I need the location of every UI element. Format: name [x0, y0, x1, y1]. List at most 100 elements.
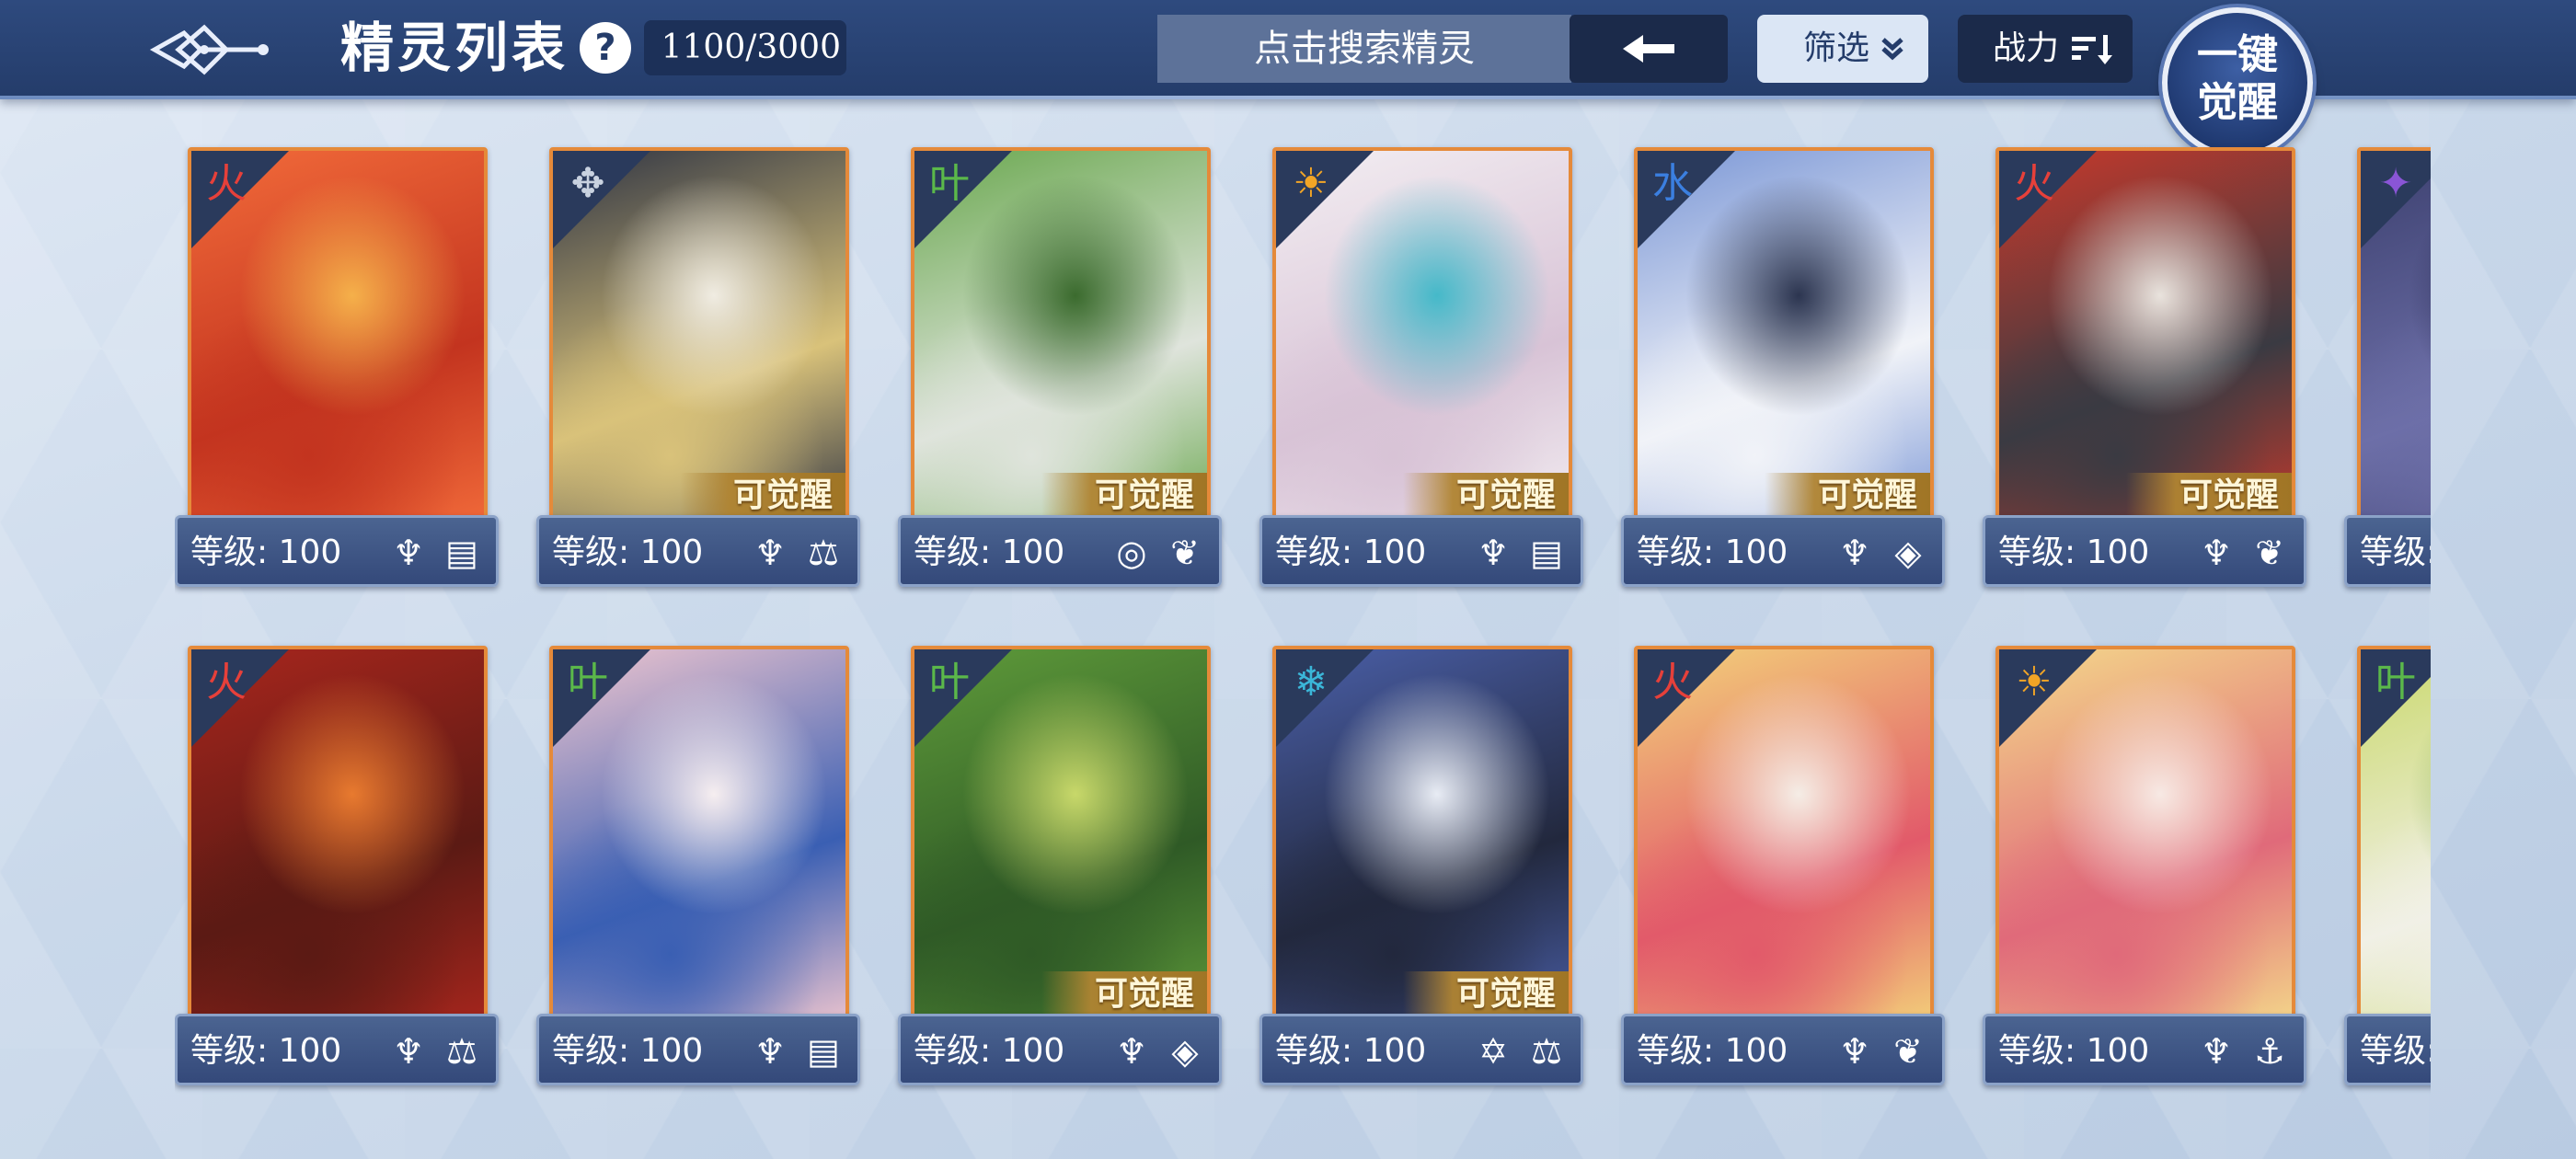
sword-icon: ♆	[392, 533, 425, 573]
level-bar: 等级: 100 ♆ ◈	[898, 1014, 1222, 1085]
spirit-card[interactable]: 水可觉醒 等级: 100 ♆ ◈	[1621, 138, 1945, 598]
spirit-card[interactable]: ☀ 等级: 100 ♆ ⚓	[1983, 637, 2306, 1096]
class-icons: ♆ ❦	[2193, 527, 2293, 579]
class-icons: ♆ ❦	[1832, 1026, 1931, 1077]
element-light-icon: ☀	[1293, 160, 1329, 207]
spirit-card[interactable]: ☀ 可觉醒 等级: 100 ♆ ▤	[1259, 138, 1583, 598]
spirit-portrait-frame: ❄ 可觉醒	[1272, 646, 1572, 1034]
class-icons: ♆ ⚖	[747, 527, 846, 579]
element-fire-icon: 火	[2014, 160, 2054, 207]
sword-icon: ♆	[2200, 533, 2233, 573]
awakenable-badge: 可觉醒	[1403, 971, 1569, 1016]
spirit-card[interactable]: ❄ 可觉醒等级: 100 ✡ ⚖	[1259, 637, 1583, 1096]
element-fire-icon: 火	[206, 160, 247, 207]
element-ice-icon: ❄	[1294, 659, 1328, 706]
search-input[interactable]: 点击搜索精灵	[1157, 15, 1571, 83]
book-icon: ▤	[807, 1031, 840, 1072]
spirit-card[interactable]: 叶等级: 100	[2344, 637, 2431, 1096]
element-wood-icon: 叶	[929, 659, 970, 706]
shield-icon: ◈	[1894, 533, 1922, 573]
awakenable-badge: 可觉醒	[1765, 473, 1930, 517]
spirit-card[interactable]: ✦ 等级: 100	[2344, 138, 2431, 598]
spirit-portrait-frame: 火	[188, 646, 488, 1034]
sort-power-button[interactable]: 战力	[1958, 15, 2133, 83]
help-button[interactable]: ?	[580, 22, 631, 74]
sword-icon: ♆	[753, 1031, 787, 1072]
spirit-card[interactable]: 火等级: 100 ♆ ⚖	[175, 637, 499, 1096]
spirit-grid[interactable]: 火等级: 100 ♆ ▤ ✥ 可觉醒 等级: 100 ♆ ⚖ 叶可觉醒 等级: 100 ◎ ❦ ☀ 可觉醒…	[175, 138, 2431, 1113]
level-bar: 等级: 100 ♆ ⚖	[536, 515, 860, 587]
spirit-card[interactable]: ✥ 可觉醒等级: 100 ♆ ⚖	[536, 138, 860, 598]
spirit-portrait-frame: ✦	[2357, 147, 2431, 535]
spirit-card[interactable]: 火可觉醒等级: 100 ♆ ❦	[1983, 138, 2306, 598]
sword-icon: ♆	[1838, 1031, 1871, 1072]
level-label: 等级: 100	[1275, 1032, 1427, 1070]
spirit-portrait-frame: 叶可觉醒	[911, 147, 1211, 535]
spirit-card[interactable]: 叶等级: 100 ♆ ▤	[536, 637, 860, 1096]
level-label: 等级: 100	[914, 534, 1065, 571]
spirit-portrait-frame: ✥ 可觉醒	[549, 147, 849, 535]
level-bar: 等级: 100 ♆ ▤	[175, 515, 499, 587]
level-label: 等级: 100	[1998, 534, 2150, 571]
class-icons: ◎ ❦	[1109, 527, 1208, 579]
arrow-left-icon	[1623, 35, 1674, 63]
awaken-all-button[interactable]: 一键 觉醒	[2162, 7, 2313, 158]
sword-icon: ♆	[1115, 1031, 1148, 1072]
level-bar: 等级: 100 ♆ ▤	[536, 1014, 860, 1085]
spirit-count: 1100/3000	[644, 20, 846, 75]
level-label: 等级: 100	[1275, 534, 1427, 571]
level-label: 等级: 100	[2360, 534, 2431, 571]
sword-icon: ♆	[1477, 533, 1510, 573]
class-icons: ♆ ▤	[747, 1026, 846, 1077]
scales-icon: ⚖	[1530, 1031, 1563, 1072]
search-back-button[interactable]	[1570, 15, 1728, 83]
element-fire-icon: 火	[1652, 659, 1693, 706]
spirit-card[interactable]: 火等级: 100 ♆ ❦	[1621, 637, 1945, 1096]
spirit-portrait-frame: 火	[188, 147, 488, 535]
awakenable-badge: 可觉醒	[2126, 473, 2292, 517]
level-bar: 等级: 100 ♆ ⚖	[175, 1014, 499, 1085]
back-button[interactable]	[147, 13, 276, 86]
scales-icon: ⚖	[445, 1031, 478, 1072]
filter-button[interactable]: 筛选	[1757, 15, 1928, 83]
awakenable-badge: 可觉醒	[1041, 971, 1207, 1016]
spirit-portrait-frame: 叶可觉醒	[911, 646, 1211, 1034]
awakenable-badge: 可觉醒	[1403, 473, 1569, 517]
spirit-card[interactable]: 叶可觉醒 等级: 100 ♆ ◈	[898, 637, 1222, 1096]
awakenable-badge: 可觉醒	[1041, 473, 1207, 517]
awakenable-badge: 可觉醒	[680, 473, 845, 517]
sort-power-label: 战力	[1993, 29, 2060, 67]
level-bar: 等级: 100 ♆ ◈	[1621, 515, 1945, 587]
page-title: 精灵列表	[340, 17, 569, 79]
level-label: 等级: 100	[190, 534, 342, 571]
book-icon: ▤	[445, 533, 478, 573]
spirit-portrait-frame: 水可觉醒	[1634, 147, 1934, 535]
spirit-portrait-frame: ☀	[1995, 646, 2295, 1034]
level-bar: 等级: 100 ♆ ❦	[1983, 515, 2306, 587]
level-label: 等级: 100	[552, 1032, 704, 1070]
chevron-double-down-icon	[1881, 38, 1903, 61]
level-label: 等级: 100	[552, 534, 704, 571]
class-icons: ♆ ◈	[1109, 1026, 1208, 1077]
spirit-card[interactable]: 叶可觉醒 等级: 100 ◎ ❦	[898, 138, 1222, 598]
level-label: 等级: 100	[1998, 1032, 2150, 1070]
element-water-icon: 水	[1652, 160, 1693, 207]
sword-icon: ♆	[753, 533, 787, 573]
swirl-icon: ◎	[1116, 533, 1147, 573]
level-bar: 等级: 100 ♆ ▤	[1259, 515, 1583, 587]
element-wood-icon: 叶	[568, 659, 608, 706]
element-fire-icon: 火	[206, 659, 247, 706]
class-icons: ♆ ▤	[1470, 527, 1570, 579]
book-icon: ▤	[1530, 533, 1563, 573]
spirit-card[interactable]: 火等级: 100 ♆ ▤	[175, 138, 499, 598]
anchor-icon: ⚓	[2253, 1031, 2286, 1072]
sword-icon: ♆	[2200, 1031, 2233, 1072]
level-bar: 等级: 100 ✡ ⚖	[1259, 1014, 1583, 1085]
element-neutral-icon: ✥	[570, 160, 605, 207]
spirit-portrait-frame: 火	[1634, 646, 1934, 1034]
sword-icon: ♆	[392, 1031, 425, 1072]
class-icons: ✡ ⚖	[1470, 1026, 1570, 1077]
shield-icon: ◈	[1171, 1031, 1199, 1072]
level-bar: 等级: 100 ♆ ❦	[1621, 1014, 1945, 1085]
level-label: 等级: 100	[190, 1032, 342, 1070]
